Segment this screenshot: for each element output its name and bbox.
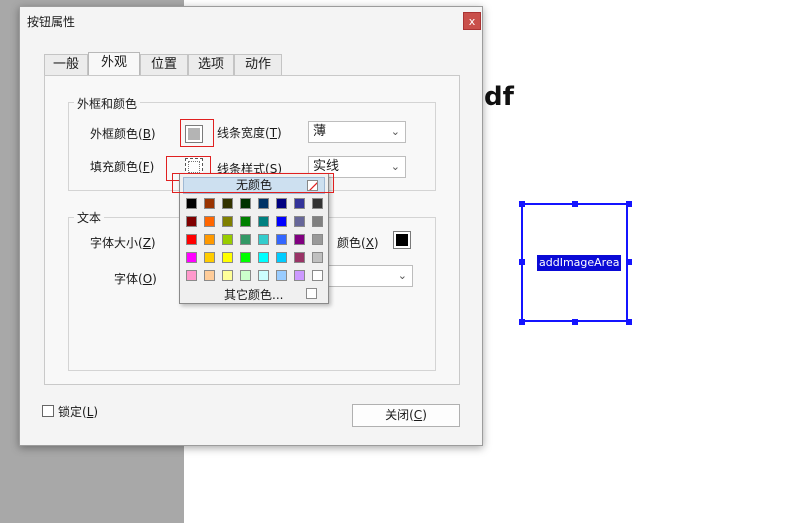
text-color-swatch <box>396 234 408 246</box>
highlight-border-color <box>180 119 214 147</box>
chevron-down-icon: ⌄ <box>390 160 400 173</box>
color-swatch[interactable] <box>312 198 323 209</box>
resize-handle-nw[interactable] <box>519 201 525 207</box>
color-swatch[interactable] <box>276 252 287 263</box>
color-swatch[interactable] <box>186 198 197 209</box>
font-select[interactable]: ⌄ <box>325 265 413 287</box>
resize-handle-se[interactable] <box>626 319 632 325</box>
resize-handle-w[interactable] <box>519 259 525 265</box>
color-swatch[interactable] <box>240 216 251 227</box>
color-swatch[interactable] <box>186 270 197 281</box>
tab-options[interactable]: 选项 <box>188 54 234 75</box>
color-swatch[interactable] <box>204 234 215 245</box>
color-swatch[interactable] <box>276 270 287 281</box>
document-heading: df <box>484 82 514 112</box>
text-group-title: 文本 <box>74 209 105 226</box>
lock-checkbox[interactable] <box>42 405 54 417</box>
color-swatch[interactable] <box>186 252 197 263</box>
color-swatch[interactable] <box>204 252 215 263</box>
border-color-label: 外框颜色(B) <box>90 127 156 141</box>
color-swatch[interactable] <box>258 198 269 209</box>
color-swatch[interactable] <box>186 216 197 227</box>
color-swatch[interactable] <box>222 198 233 209</box>
text-color-button[interactable] <box>393 231 411 249</box>
color-swatch[interactable] <box>204 216 215 227</box>
line-width-select[interactable]: 薄 ⌄ <box>308 121 406 143</box>
color-swatch[interactable] <box>294 270 305 281</box>
color-swatch[interactable] <box>240 198 251 209</box>
color-swatch[interactable] <box>222 234 233 245</box>
color-swatch[interactable] <box>222 270 233 281</box>
color-swatch[interactable] <box>294 216 305 227</box>
color-swatch[interactable] <box>312 234 323 245</box>
color-swatch[interactable] <box>312 270 323 281</box>
button-field-name: addImageArea <box>537 255 622 271</box>
resize-handle-s[interactable] <box>572 319 578 325</box>
color-swatch[interactable] <box>204 198 215 209</box>
resize-handle-sw[interactable] <box>519 319 525 325</box>
color-swatch[interactable] <box>222 216 233 227</box>
color-swatch[interactable] <box>294 234 305 245</box>
frame-color-group-title: 外框和颜色 <box>74 95 141 112</box>
resize-handle-ne[interactable] <box>626 201 632 207</box>
tab-actions[interactable]: 动作 <box>234 54 282 75</box>
color-swatch[interactable] <box>240 270 251 281</box>
color-swatch[interactable] <box>312 252 323 263</box>
chevron-down-icon: ⌄ <box>390 125 400 138</box>
line-width-label: 线条宽度(T) <box>217 126 282 140</box>
tab-general[interactable]: 一般 <box>44 54 88 75</box>
color-swatch[interactable] <box>222 252 233 263</box>
more-colors-swatch[interactable] <box>306 288 317 299</box>
color-swatch[interactable] <box>294 252 305 263</box>
fill-color-label: 填充颜色(F) <box>90 160 155 174</box>
close-icon: x <box>468 15 476 28</box>
tab-position[interactable]: 位置 <box>140 54 188 75</box>
font-label: 字体(O) <box>114 272 157 286</box>
color-swatch[interactable] <box>258 252 269 263</box>
color-swatch[interactable] <box>258 270 269 281</box>
color-swatch[interactable] <box>276 216 287 227</box>
resize-handle-e[interactable] <box>626 259 632 265</box>
color-swatch[interactable] <box>186 234 197 245</box>
chevron-down-icon: ⌄ <box>397 269 407 282</box>
color-swatch[interactable] <box>258 234 269 245</box>
highlight-no-color <box>172 173 334 193</box>
tab-appearance[interactable]: 外观 <box>88 52 140 76</box>
color-swatch[interactable] <box>312 216 323 227</box>
color-swatch[interactable] <box>258 216 269 227</box>
lock-label: 锁定(L) <box>58 405 99 419</box>
color-swatch[interactable] <box>294 198 305 209</box>
resize-handle-n[interactable] <box>572 201 578 207</box>
more-colors-option[interactable]: 其它颜色... <box>224 286 283 303</box>
color-swatch[interactable] <box>240 234 251 245</box>
color-swatch[interactable] <box>276 198 287 209</box>
color-swatch[interactable] <box>204 270 215 281</box>
dialog-title: 按钮属性 <box>27 15 76 29</box>
close-dialog-button[interactable]: 关闭(C) <box>352 404 460 427</box>
dialog-close-button[interactable]: x <box>463 12 481 30</box>
font-size-label: 字体大小(Z) <box>90 236 156 250</box>
color-swatch[interactable] <box>276 234 287 245</box>
color-swatch[interactable] <box>240 252 251 263</box>
text-color-label: 颜色(X) <box>337 236 379 250</box>
